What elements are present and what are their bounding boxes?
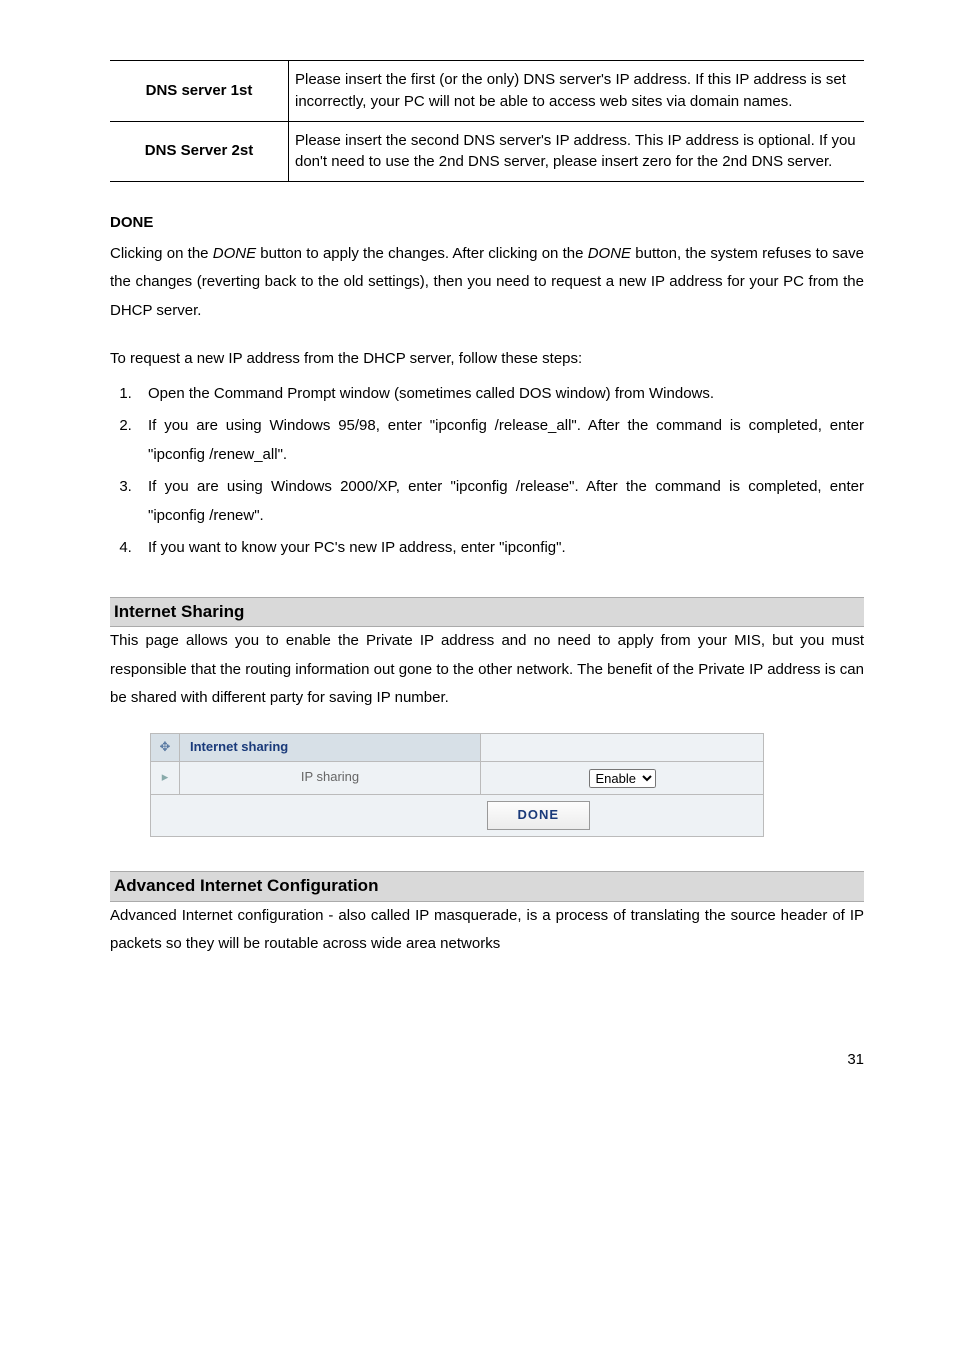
done-heading: DONE — [110, 212, 864, 234]
ui-footer-left — [151, 795, 481, 837]
ui-header-label: Internet sharing — [180, 733, 481, 761]
ui-header-spacer — [481, 733, 764, 761]
dns1-desc: Please insert the first (or the only) DN… — [289, 61, 865, 122]
steps-intro: To request a new IP address from the DHC… — [110, 345, 864, 374]
internet-sharing-paragraph: This page allows you to enable the Priva… — [110, 627, 864, 713]
done-paragraph: Clicking on the DONE button to apply the… — [110, 240, 864, 326]
ui-row-label: IP sharing — [180, 761, 481, 794]
internet-sharing-heading: Internet Sharing — [110, 597, 864, 628]
step-item: If you are using Windows 2000/XP, enter … — [136, 473, 864, 530]
page-number: 31 — [110, 1049, 864, 1071]
advanced-heading: Advanced Internet Configuration — [110, 871, 864, 902]
step-item: If you are using Windows 95/98, enter "i… — [136, 412, 864, 469]
dns-table: DNS server 1st Please insert the first (… — [110, 60, 864, 182]
ip-sharing-select[interactable]: Enable — [589, 769, 656, 788]
done-button[interactable]: DONE — [487, 801, 591, 830]
ui-footer-right: DONE — [481, 795, 764, 837]
advanced-paragraph: Advanced Internet configuration - also c… — [110, 902, 864, 959]
compass-icon: ✥ — [151, 733, 180, 761]
steps-list: Open the Command Prompt window (sometime… — [110, 380, 864, 563]
step-item: If you want to know your PC's new IP add… — [136, 534, 864, 563]
arrow-icon: ▸ — [151, 761, 180, 794]
ui-row-value: Enable — [481, 761, 764, 794]
internet-sharing-ui: ✥ Internet sharing ▸ IP sharing Enable D… — [150, 733, 764, 837]
dns2-label: DNS Server 2st — [110, 121, 289, 182]
step-item: Open the Command Prompt window (sometime… — [136, 380, 864, 409]
dns2-desc: Please insert the second DNS server's IP… — [289, 121, 865, 182]
dns1-label: DNS server 1st — [110, 61, 289, 122]
